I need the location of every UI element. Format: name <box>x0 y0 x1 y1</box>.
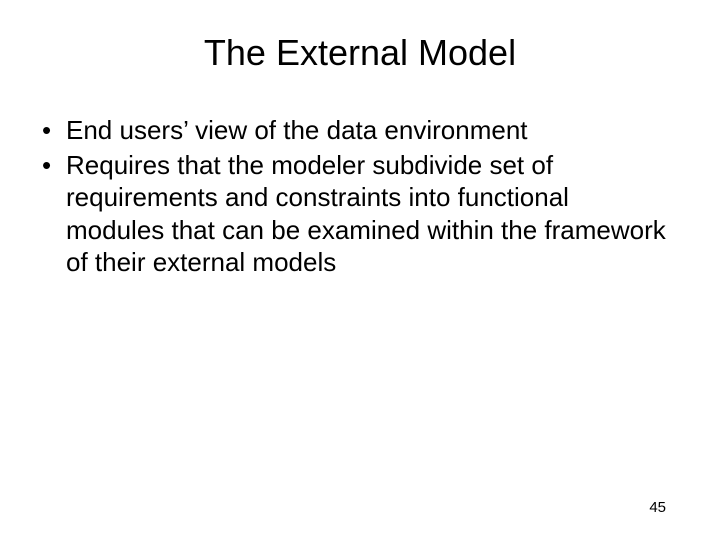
page-number: 45 <box>649 499 666 516</box>
list-item: End users’ view of the data environment <box>36 114 672 147</box>
slide-title: The External Model <box>0 0 720 114</box>
list-item: Requires that the modeler subdivide set … <box>36 149 672 279</box>
bullet-list: End users’ view of the data environment … <box>0 114 720 279</box>
